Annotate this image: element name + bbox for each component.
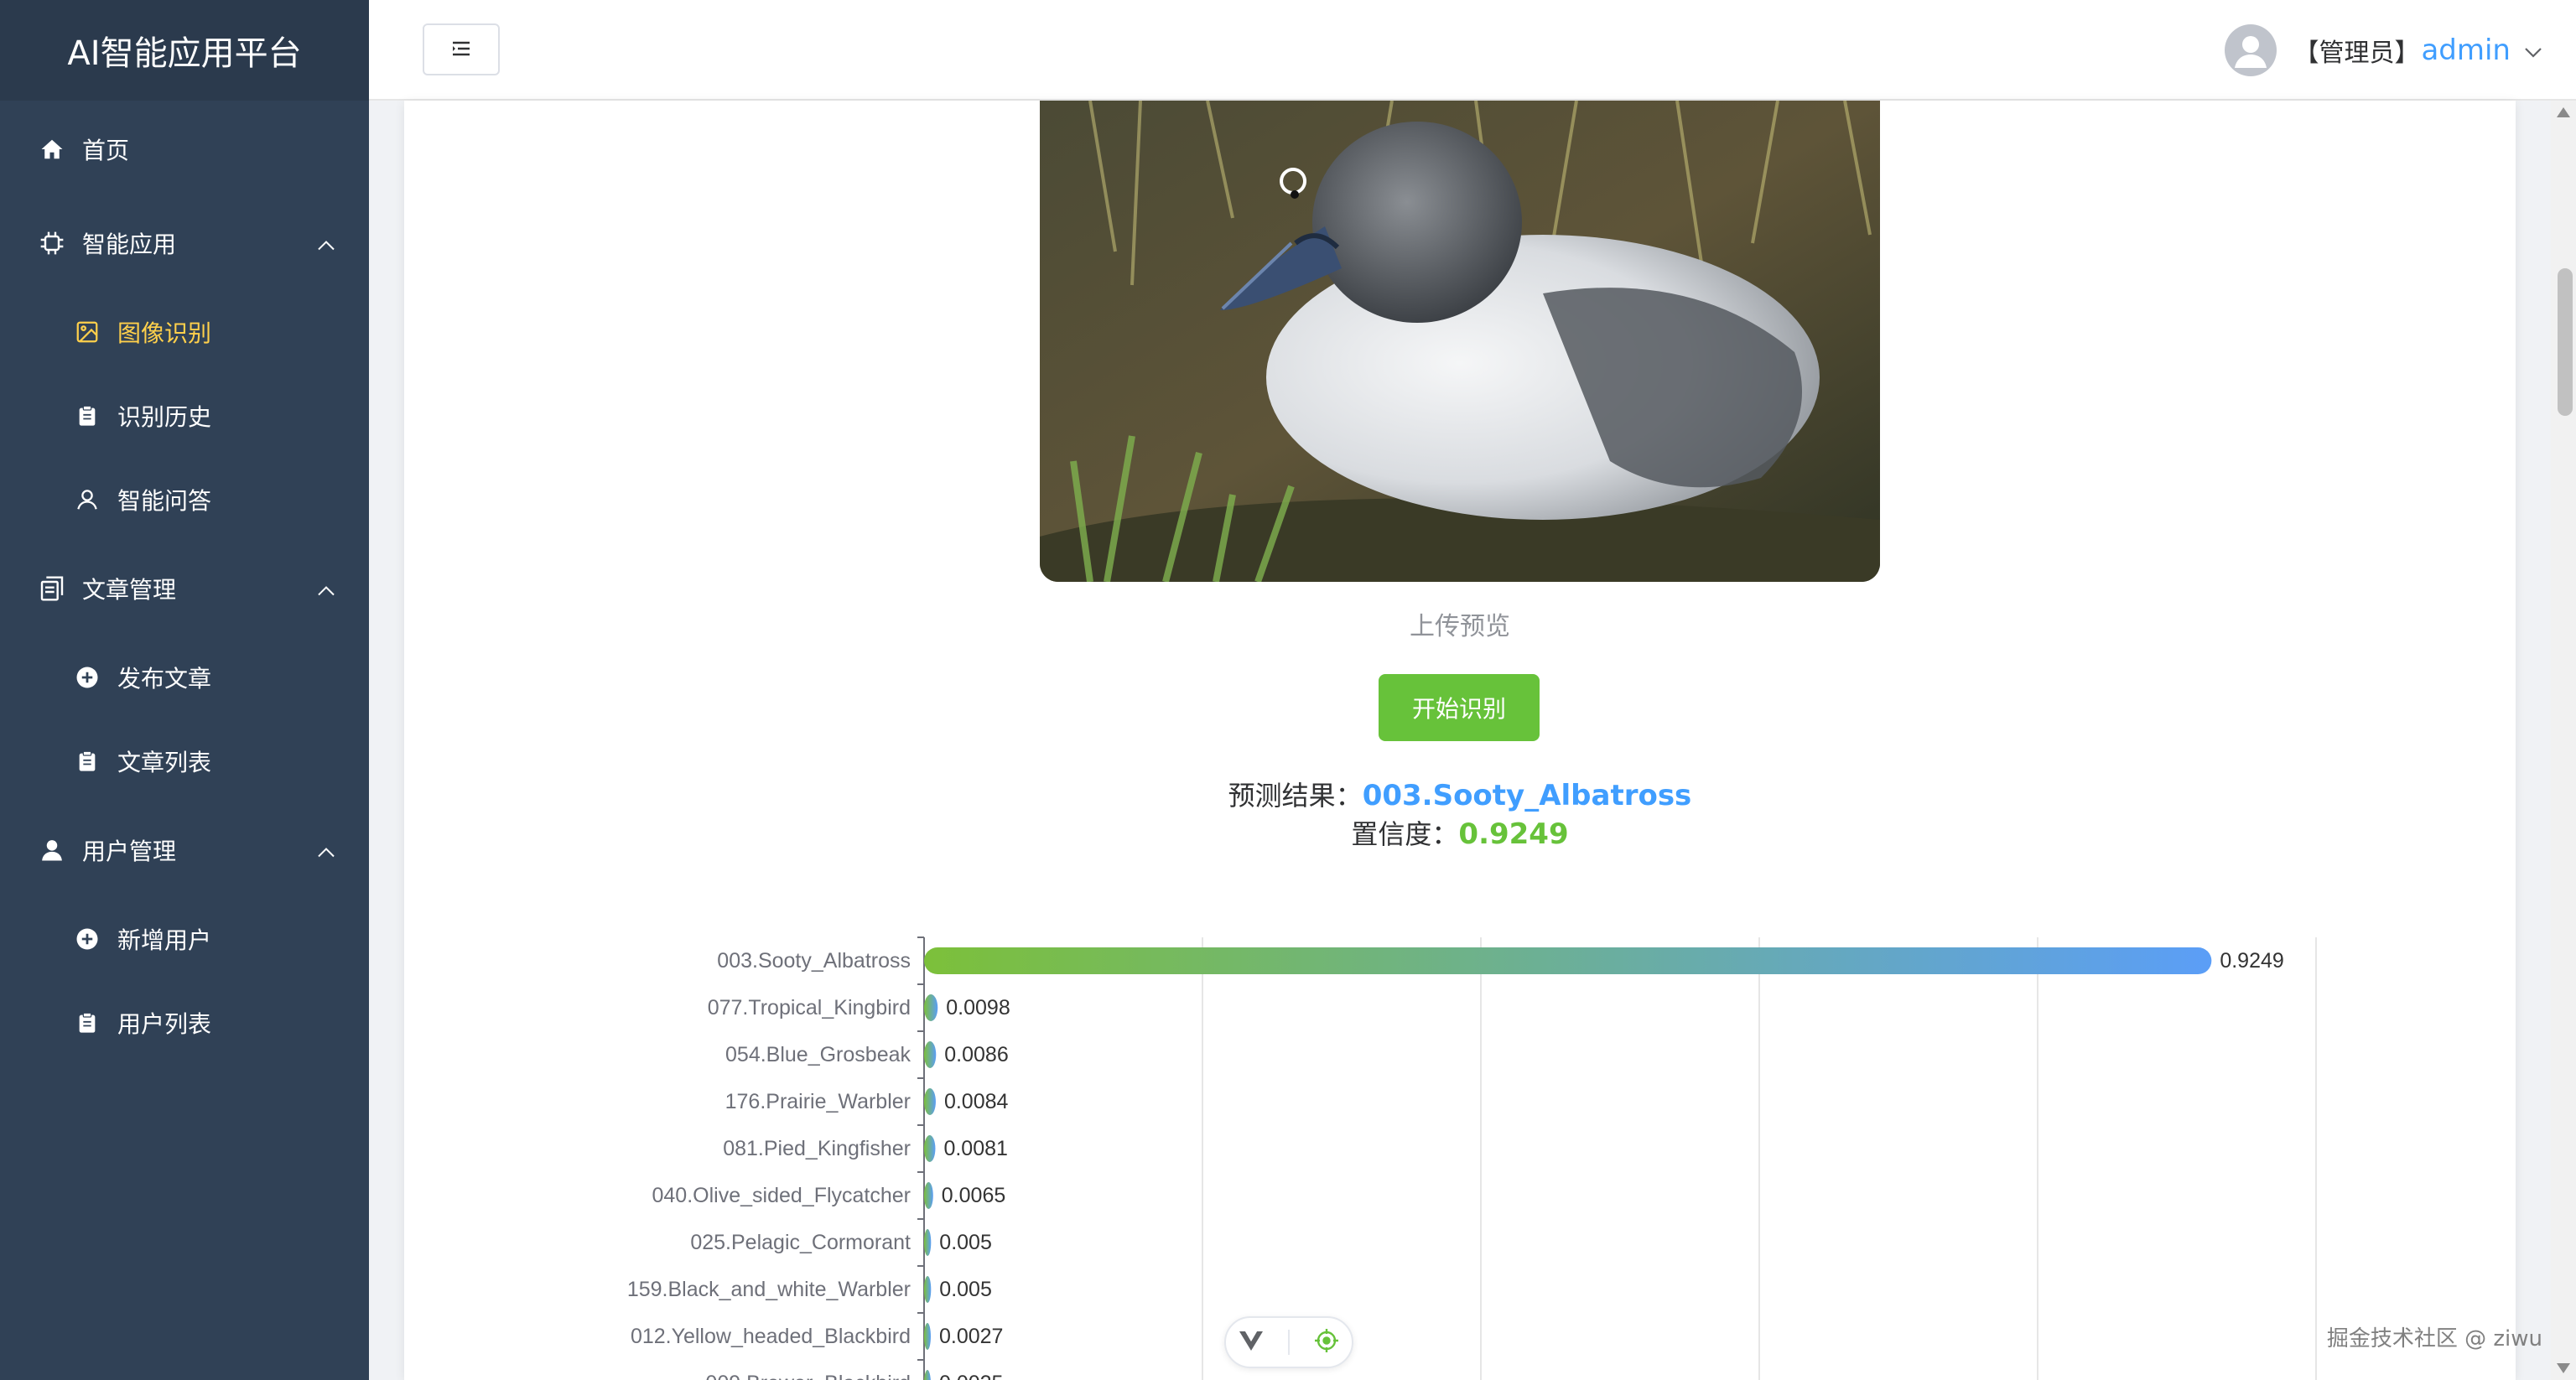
floating-toolbar xyxy=(1224,1316,1353,1368)
sidebar-item-add-user[interactable]: 新增用户 xyxy=(0,914,369,964)
app-title: AI智能应用平台 xyxy=(0,0,369,101)
bar-value-label: 0.0027 xyxy=(939,1325,1003,1348)
user-role: 【管理员】 xyxy=(2293,39,2420,68)
toolbar-divider xyxy=(1287,1330,1290,1355)
probability-bar xyxy=(924,1276,932,1303)
bar-value-label: 0.0098 xyxy=(946,996,1010,1019)
probability-bar xyxy=(924,947,2212,974)
chip-icon xyxy=(37,228,67,258)
avatar xyxy=(2225,24,2277,76)
category-label: 012.Yellow_headed_Blackbird xyxy=(631,1325,911,1348)
user-menu[interactable]: 【管理员】 admin xyxy=(2225,23,2542,77)
sidebar-item-user-list[interactable]: 用户列表 xyxy=(0,998,369,1048)
scroll-thumb[interactable] xyxy=(2558,268,2573,416)
sidebar-item-label: 新增用户 xyxy=(117,926,212,954)
probability-bar xyxy=(924,1135,936,1162)
sidebar-toggle-button[interactable] xyxy=(423,23,500,75)
probability-bar xyxy=(924,1323,931,1350)
bar-value-label: 0.0086 xyxy=(944,1043,1008,1066)
crosshair-icon[interactable] xyxy=(1314,1328,1339,1357)
sidebar-item-label: 首页 xyxy=(82,137,130,164)
user-outline-icon xyxy=(72,485,102,515)
sidebar-item-label: 识别历史 xyxy=(117,403,212,431)
prediction-value: 003.Sooty_Albatross xyxy=(1362,779,1692,812)
sidebar-item-label: 用户管理 xyxy=(82,838,177,865)
sidebar-item-article-list[interactable]: 文章列表 xyxy=(0,736,369,786)
bar-value-label: 0.005 xyxy=(939,1278,992,1301)
clipboard-icon xyxy=(72,401,102,431)
bar-value-label: 0.005 xyxy=(939,1231,992,1254)
home-icon xyxy=(37,134,67,164)
probability-bar xyxy=(924,1182,933,1209)
probability-bar xyxy=(924,1229,932,1256)
confidence-label: 置信度： xyxy=(1351,818,1459,850)
menu-fold-icon xyxy=(451,40,471,60)
top-header: 【管理员】 admin xyxy=(369,0,2576,101)
bar-value-label: 0.0025 xyxy=(939,1372,1003,1380)
sidebar-item-publish-article[interactable]: 发布文章 xyxy=(0,652,369,703)
sidebar-item-label: 图像识别 xyxy=(117,319,212,347)
probability-bar xyxy=(924,994,938,1021)
sidebar-item-label: 发布文章 xyxy=(117,665,212,693)
probability-bar xyxy=(924,1041,937,1068)
plus-circle-icon xyxy=(72,662,102,693)
chevron-up-icon xyxy=(317,575,335,603)
sidebar-item-label: 智能问答 xyxy=(117,487,212,515)
sidebar-item-qa[interactable]: 智能问答 xyxy=(0,475,369,525)
image-icon xyxy=(72,317,102,347)
sidebar-item-users[interactable]: 用户管理 xyxy=(0,825,369,875)
confidence-value: 0.9249 xyxy=(1458,817,1569,851)
sidebar-item-label: 文章管理 xyxy=(82,576,177,604)
probability-bar xyxy=(924,1088,936,1115)
username: admin xyxy=(2421,34,2511,67)
watermark: 掘金技术社区 @ ziwu xyxy=(2326,1326,2542,1351)
category-label: 176.Prairie_Warbler xyxy=(725,1090,911,1113)
scroll-down-arrow-icon[interactable] xyxy=(2557,1363,2570,1373)
vue-devtools-icon[interactable] xyxy=(1239,1330,1264,1355)
sidebar-item-label: 文章列表 xyxy=(117,749,212,776)
category-label: 054.Blue_Grosbeak xyxy=(725,1043,911,1066)
bar-value-label: 0.9249 xyxy=(2220,949,2283,973)
scroll-up-arrow-icon[interactable] xyxy=(2557,107,2570,117)
clipboard-icon xyxy=(72,1008,102,1038)
document-icon xyxy=(37,573,67,604)
user-icon xyxy=(37,835,67,865)
category-label: 159.Black_and_white_Warbler xyxy=(627,1278,911,1301)
bar-value-label: 0.0081 xyxy=(943,1137,1007,1160)
sidebar-item-label: 用户列表 xyxy=(117,1010,212,1038)
category-label: 025.Pelagic_Cormorant xyxy=(690,1231,911,1254)
start-recognition-button[interactable]: 开始识别 xyxy=(1379,674,1540,741)
sidebar-item-home[interactable]: 首页 xyxy=(0,124,369,174)
category-label: 009.Brewer_Blackbird xyxy=(705,1372,911,1380)
chevron-up-icon xyxy=(317,230,335,257)
bar-value-label: 0.0084 xyxy=(944,1090,1009,1113)
confidence-result: 置信度：0.9249 xyxy=(1040,813,1880,852)
sidebar: AI智能应用平台 首页 智能应用 图像识别 识别历史 智能问答 文章管理 发布文… xyxy=(0,0,369,1380)
chevron-up-icon xyxy=(317,837,335,864)
sidebar-item-articles[interactable]: 文章管理 xyxy=(0,563,369,614)
chevron-down-icon xyxy=(2524,36,2542,65)
upload-preview-image xyxy=(1040,101,1880,582)
sidebar-item-smart-apps[interactable]: 智能应用 xyxy=(0,218,369,268)
sidebar-item-label: 智能应用 xyxy=(82,231,177,258)
category-label: 077.Tropical_Kingbird xyxy=(708,996,911,1019)
bar-value-label: 0.0065 xyxy=(942,1184,1005,1207)
upload-preview-label: 上传预览 xyxy=(1410,612,1510,641)
scrollbar[interactable] xyxy=(2551,101,2576,1380)
prediction-result: 预测结果：003.Sooty_Albatross xyxy=(1040,775,1880,813)
plus-circle-icon xyxy=(72,924,102,954)
probability-bar-chart: 003.Sooty_Albatross 0.9249 077.Tropical_Ki… xyxy=(627,936,2317,1380)
category-label: 003.Sooty_Albatross xyxy=(717,949,911,973)
category-label: 081.Pied_Kingfisher xyxy=(723,1137,911,1160)
probability-bar xyxy=(924,1370,931,1380)
sidebar-item-history[interactable]: 识别历史 xyxy=(0,391,369,441)
prediction-label: 预测结果： xyxy=(1228,780,1363,812)
category-label: 040.Olive_sided_Flycatcher xyxy=(652,1184,911,1207)
sidebar-item-image-recognition[interactable]: 图像识别 xyxy=(0,307,369,357)
clipboard-icon xyxy=(72,746,102,776)
